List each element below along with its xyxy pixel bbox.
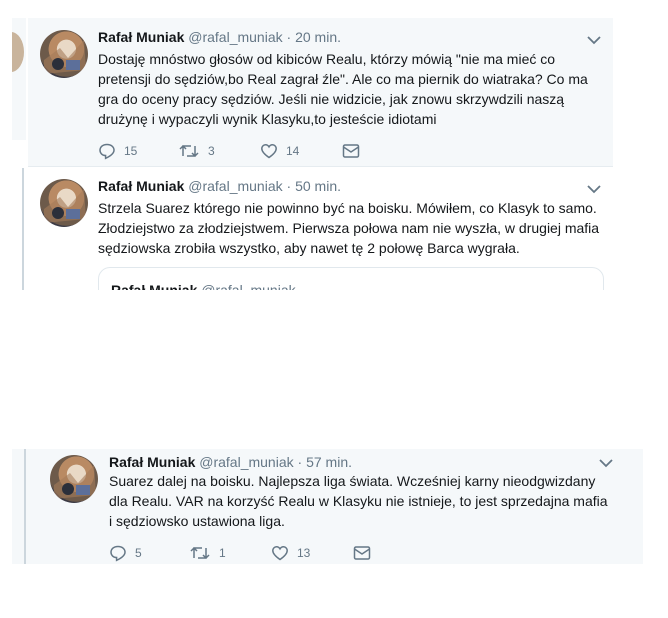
avatar-image (44, 40, 86, 74)
reply-count: 15 (124, 144, 138, 158)
separator: · (286, 29, 292, 45)
avatar-image (44, 189, 86, 223)
tweet-header: Rafał Muniak @rafal_muniak · 20 min. (98, 29, 341, 45)
retweet-button[interactable]: 3 (178, 142, 215, 160)
retweet-button[interactable]: 1 (189, 544, 226, 562)
quoted-author-name: Rafał Muniak (111, 282, 198, 290)
like-button[interactable]: 14 (260, 142, 299, 160)
tweet-time[interactable]: 20 min. (295, 29, 341, 45)
tweet-time[interactable]: 57 min. (306, 454, 352, 470)
avatar[interactable] (40, 179, 88, 227)
thread-line (22, 168, 24, 290)
chevron-down-icon[interactable] (587, 35, 601, 45)
author-handle[interactable]: @rafal_muniak (199, 454, 293, 470)
dm-button[interactable] (342, 143, 360, 159)
envelope-icon (353, 546, 371, 560)
tweet-header: Rafał Muniak @rafal_muniak · 57 min. (109, 454, 352, 470)
retweet-icon (190, 546, 210, 560)
timeline-panel-top: Rafał Muniak @rafal_muniak · 20 min. Dos… (12, 18, 613, 290)
tweet-text: Suarez dalej na boisku. Najlepsza liga ś… (109, 473, 608, 529)
quoted-tweet-header: Rafał Muniak @rafal_muniak (111, 282, 296, 290)
author-handle[interactable]: @rafal_muniak (188, 178, 282, 194)
tweet-2[interactable]: Rafał Muniak @rafal_muniak · 50 min. Str… (28, 167, 613, 290)
author-name[interactable]: Rafał Muniak (109, 454, 195, 470)
tweet-header: Rafał Muniak @rafal_muniak · 50 min. (98, 178, 341, 194)
like-count: 14 (286, 144, 300, 158)
heart-icon (261, 144, 277, 159)
heart-icon (272, 546, 288, 561)
separator: · (286, 178, 292, 194)
reply-button[interactable]: 15 (98, 142, 137, 160)
dm-button[interactable] (353, 545, 371, 561)
quoted-author-handle: @rafal_muniak (201, 282, 296, 290)
timeline-panel-bottom: Rafał Muniak @rafal_muniak · 57 min. Sua… (12, 449, 643, 564)
tweet-time[interactable]: 50 min. (295, 178, 341, 194)
tweet-actions: 15 3 14 (98, 142, 398, 162)
tweet-3[interactable]: Rafał Muniak @rafal_muniak · 57 min. Sua… (38, 449, 643, 564)
separator: · (297, 454, 303, 470)
tweet-1[interactable]: Rafał Muniak @rafal_muniak · 20 min. Dos… (28, 18, 613, 166)
tweet-actions: 5 1 13 (109, 544, 409, 564)
thread-line (24, 449, 26, 564)
author-name[interactable]: Rafał Muniak (98, 29, 184, 45)
envelope-icon (342, 144, 360, 158)
chevron-down-icon[interactable] (587, 184, 601, 194)
chevron-down-icon[interactable] (599, 458, 613, 468)
retweet-icon (179, 144, 199, 158)
reply-icon (99, 143, 115, 160)
quoted-tweet-card[interactable]: Rafał Muniak @rafal_muniak (98, 267, 604, 290)
avatar-image (54, 465, 96, 499)
retweet-count: 3 (208, 144, 215, 158)
retweet-count: 1 (219, 546, 226, 560)
reply-button[interactable]: 5 (109, 544, 142, 562)
reply-icon (110, 545, 126, 562)
avatar[interactable] (40, 30, 88, 78)
tweet-text: Dostaję mnóstwo głosów od kibiców Realu,… (98, 51, 588, 127)
author-name[interactable]: Rafał Muniak (98, 178, 184, 194)
avatar[interactable] (50, 455, 98, 503)
reply-count: 5 (135, 546, 142, 560)
author-handle[interactable]: @rafal_muniak (188, 29, 282, 45)
like-button[interactable]: 13 (271, 544, 310, 562)
like-count: 13 (297, 546, 311, 560)
tweet-text: Strzela Suarez którego nie powinno być n… (98, 200, 600, 256)
